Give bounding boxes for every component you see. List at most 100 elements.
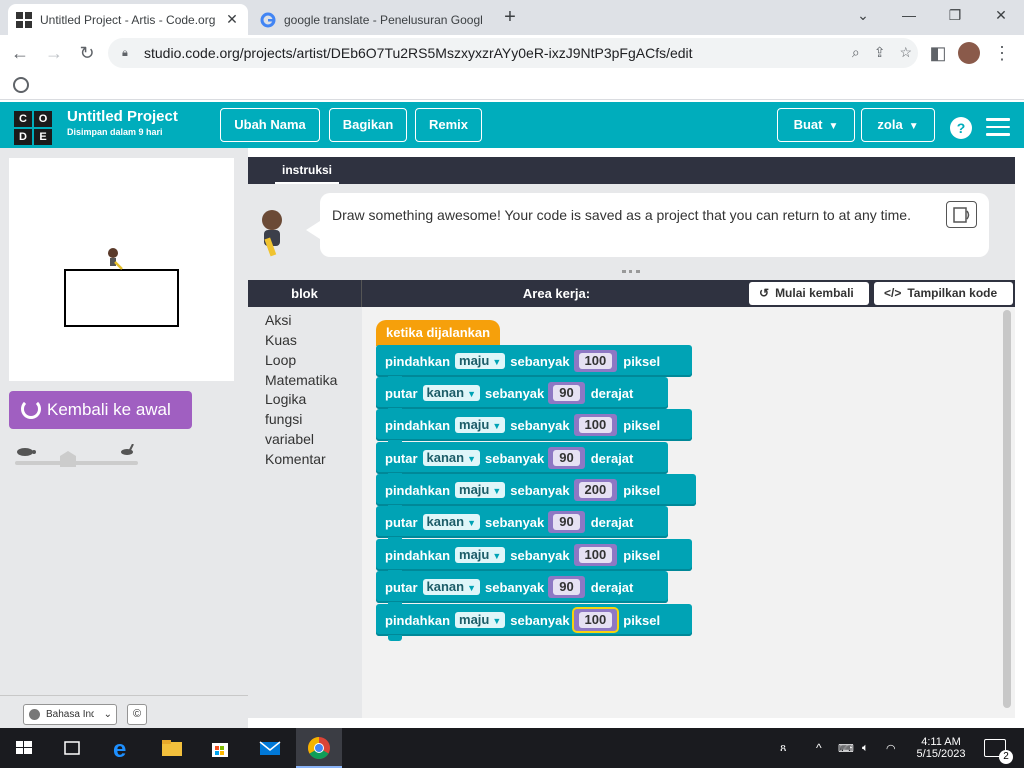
rename-button[interactable]: Ubah Nama	[220, 108, 320, 142]
reset-button[interactable]: Kembali ke awal	[9, 391, 192, 429]
hamburger-menu-icon[interactable]	[986, 118, 1010, 136]
category-variables[interactable]: variabel	[265, 431, 314, 447]
block-unit: piksel	[623, 612, 661, 628]
clock[interactable]: 4:11 AM 5/15/2023	[910, 728, 972, 768]
number-input[interactable]: 200	[573, 479, 618, 501]
direction-dropdown[interactable]: kanan ▼	[422, 450, 480, 466]
number-input[interactable]: 90	[548, 447, 585, 469]
direction-dropdown[interactable]: kanan ▼	[422, 514, 480, 530]
windows-start-icon[interactable]	[10, 734, 38, 762]
block-verb: pindahkan	[385, 612, 451, 628]
number-value: 90	[553, 385, 580, 401]
category-math[interactable]: Matematika	[265, 372, 337, 388]
number-input[interactable]: 90	[548, 511, 585, 533]
direction-dropdown[interactable]: kanan ▼	[422, 385, 480, 401]
reset-label: Kembali ke awal	[47, 400, 171, 419]
share-icon[interactable]: ⇪	[874, 44, 886, 61]
move-block[interactable]: pindahkan maju ▼ sebanyak 100 piksel	[376, 409, 692, 446]
input-method-icon[interactable]: ⌨	[838, 728, 854, 768]
speed-slider[interactable]	[15, 443, 139, 472]
number-input[interactable]: 100	[573, 544, 618, 566]
move-block[interactable]: pindahkan maju ▼ sebanyak 200 piksel	[376, 474, 696, 511]
file-explorer-icon[interactable]	[158, 734, 186, 762]
category-comments[interactable]: Komentar	[265, 451, 326, 467]
tab-instructions[interactable]: instruksi	[275, 163, 339, 184]
workspace-scrollbar[interactable]	[1003, 310, 1011, 708]
volume-icon[interactable]: 🔈︎	[862, 728, 869, 768]
direction-dropdown[interactable]: maju ▼	[455, 612, 506, 628]
forward-icon[interactable]: →	[42, 41, 66, 65]
browser-menu-icon[interactable]: ⋮	[990, 41, 1014, 65]
create-label: Buat	[793, 117, 823, 132]
panel-splitter[interactable]	[248, 266, 1015, 280]
edge-icon[interactable]: e	[108, 734, 136, 763]
move-block[interactable]: pindahkan maju ▼ sebanyak 100 piksel	[376, 345, 692, 382]
language-select[interactable]: Bahasa Indonesia ⌄	[23, 704, 117, 725]
mail-icon[interactable]	[256, 734, 284, 762]
category-functions[interactable]: fungsi	[265, 411, 302, 427]
code-org-logo[interactable]: C O D E	[14, 111, 52, 146]
direction-dropdown[interactable]: maju ▼	[455, 482, 506, 498]
number-input[interactable]: 90	[548, 382, 585, 404]
tab-google-translate[interactable]: google translate - Penelusuran Google	[252, 4, 490, 35]
close-window-icon[interactable]: ✕	[986, 4, 1016, 26]
globe-icon[interactable]	[13, 77, 29, 93]
category-actions[interactable]: Aksi	[265, 312, 291, 328]
tab-title: Untitled Project - Artis - Code.org	[40, 12, 216, 27]
back-icon[interactable]: ←	[8, 41, 32, 65]
wifi-icon[interactable]: ◠	[886, 728, 896, 768]
show-hidden-icons[interactable]: ^	[816, 728, 822, 768]
task-view-icon[interactable]	[58, 734, 86, 762]
number-input[interactable]: 100	[573, 414, 618, 436]
direction-dropdown[interactable]: maju ▼	[455, 353, 506, 369]
side-panel-icon[interactable]: ◧	[926, 41, 950, 65]
zoom-icon[interactable]: ⌕	[852, 44, 860, 61]
category-brush[interactable]: Kuas	[265, 332, 297, 348]
copyright-button[interactable]: ©	[127, 704, 147, 725]
share-button[interactable]: Bagikan	[329, 108, 407, 142]
when-run-block[interactable]: ketika dijalankan	[376, 320, 501, 346]
reload-icon[interactable]: ↻	[75, 41, 99, 65]
tab-search-icon[interactable]: ⌄	[848, 4, 878, 26]
artist-character-icon	[108, 248, 123, 270]
block-verb: putar	[385, 450, 418, 466]
category-loop[interactable]: Loop	[265, 352, 296, 368]
turn-block[interactable]: putar kanan ▼ sebanyak 90 derajat	[376, 377, 668, 414]
chrome-taskbar-item[interactable]	[296, 728, 342, 768]
direction-dropdown[interactable]: maju ▼	[455, 547, 506, 563]
address-bar[interactable]: 🔒︎ studio.code.org/projects/artist/DEb6O…	[108, 38, 918, 68]
new-tab-button[interactable]: +	[498, 6, 522, 30]
minimize-icon[interactable]: —	[894, 4, 924, 26]
drag-handle-icon[interactable]	[622, 270, 640, 274]
restore-icon[interactable]: ❐	[940, 4, 970, 26]
notification-center-icon[interactable]: 2	[984, 728, 1013, 768]
close-tab-icon[interactable]: ✕	[224, 11, 240, 28]
show-code-button[interactable]: </> Tampilkan kode	[874, 282, 1013, 305]
category-logic[interactable]: Logika	[265, 391, 306, 407]
create-dropdown[interactable]: Buat ▼	[777, 108, 855, 142]
text-to-speech-button[interactable]	[946, 201, 977, 228]
number-input[interactable]: 100	[573, 350, 618, 372]
people-icon[interactable]: ጸ	[780, 728, 786, 768]
profile-avatar[interactable]	[958, 42, 980, 64]
start-over-button[interactable]: ↺ Mulai kembali	[749, 282, 869, 305]
direction-dropdown[interactable]: maju ▼	[455, 417, 506, 433]
bookmark-star-icon[interactable]: ☆	[899, 44, 912, 61]
help-icon[interactable]: ?	[950, 117, 972, 139]
number-input-selected[interactable]: 100	[571, 607, 620, 633]
direction-value: maju	[459, 612, 490, 627]
turn-block[interactable]: putar kanan ▼ sebanyak 90 derajat	[376, 571, 668, 608]
move-block[interactable]: pindahkan maju ▼ sebanyak 100 piksel	[376, 604, 692, 641]
number-input[interactable]: 90	[548, 576, 585, 598]
direction-dropdown[interactable]: kanan ▼	[422, 579, 480, 595]
user-dropdown[interactable]: zola ▼	[861, 108, 935, 142]
turn-block[interactable]: putar kanan ▼ sebanyak 90 derajat	[376, 442, 668, 479]
turn-block[interactable]: putar kanan ▼ sebanyak 90 derajat	[376, 506, 668, 543]
rabbit-icon	[121, 443, 134, 455]
tab-code-org[interactable]: Untitled Project - Artis - Code.org ✕	[8, 4, 248, 35]
move-block[interactable]: pindahkan maju ▼ sebanyak 100 piksel	[376, 539, 692, 576]
block-by: sebanyak	[510, 417, 570, 433]
store-icon[interactable]	[206, 734, 234, 762]
logo-letter: C	[14, 111, 32, 127]
remix-button[interactable]: Remix	[415, 108, 482, 142]
